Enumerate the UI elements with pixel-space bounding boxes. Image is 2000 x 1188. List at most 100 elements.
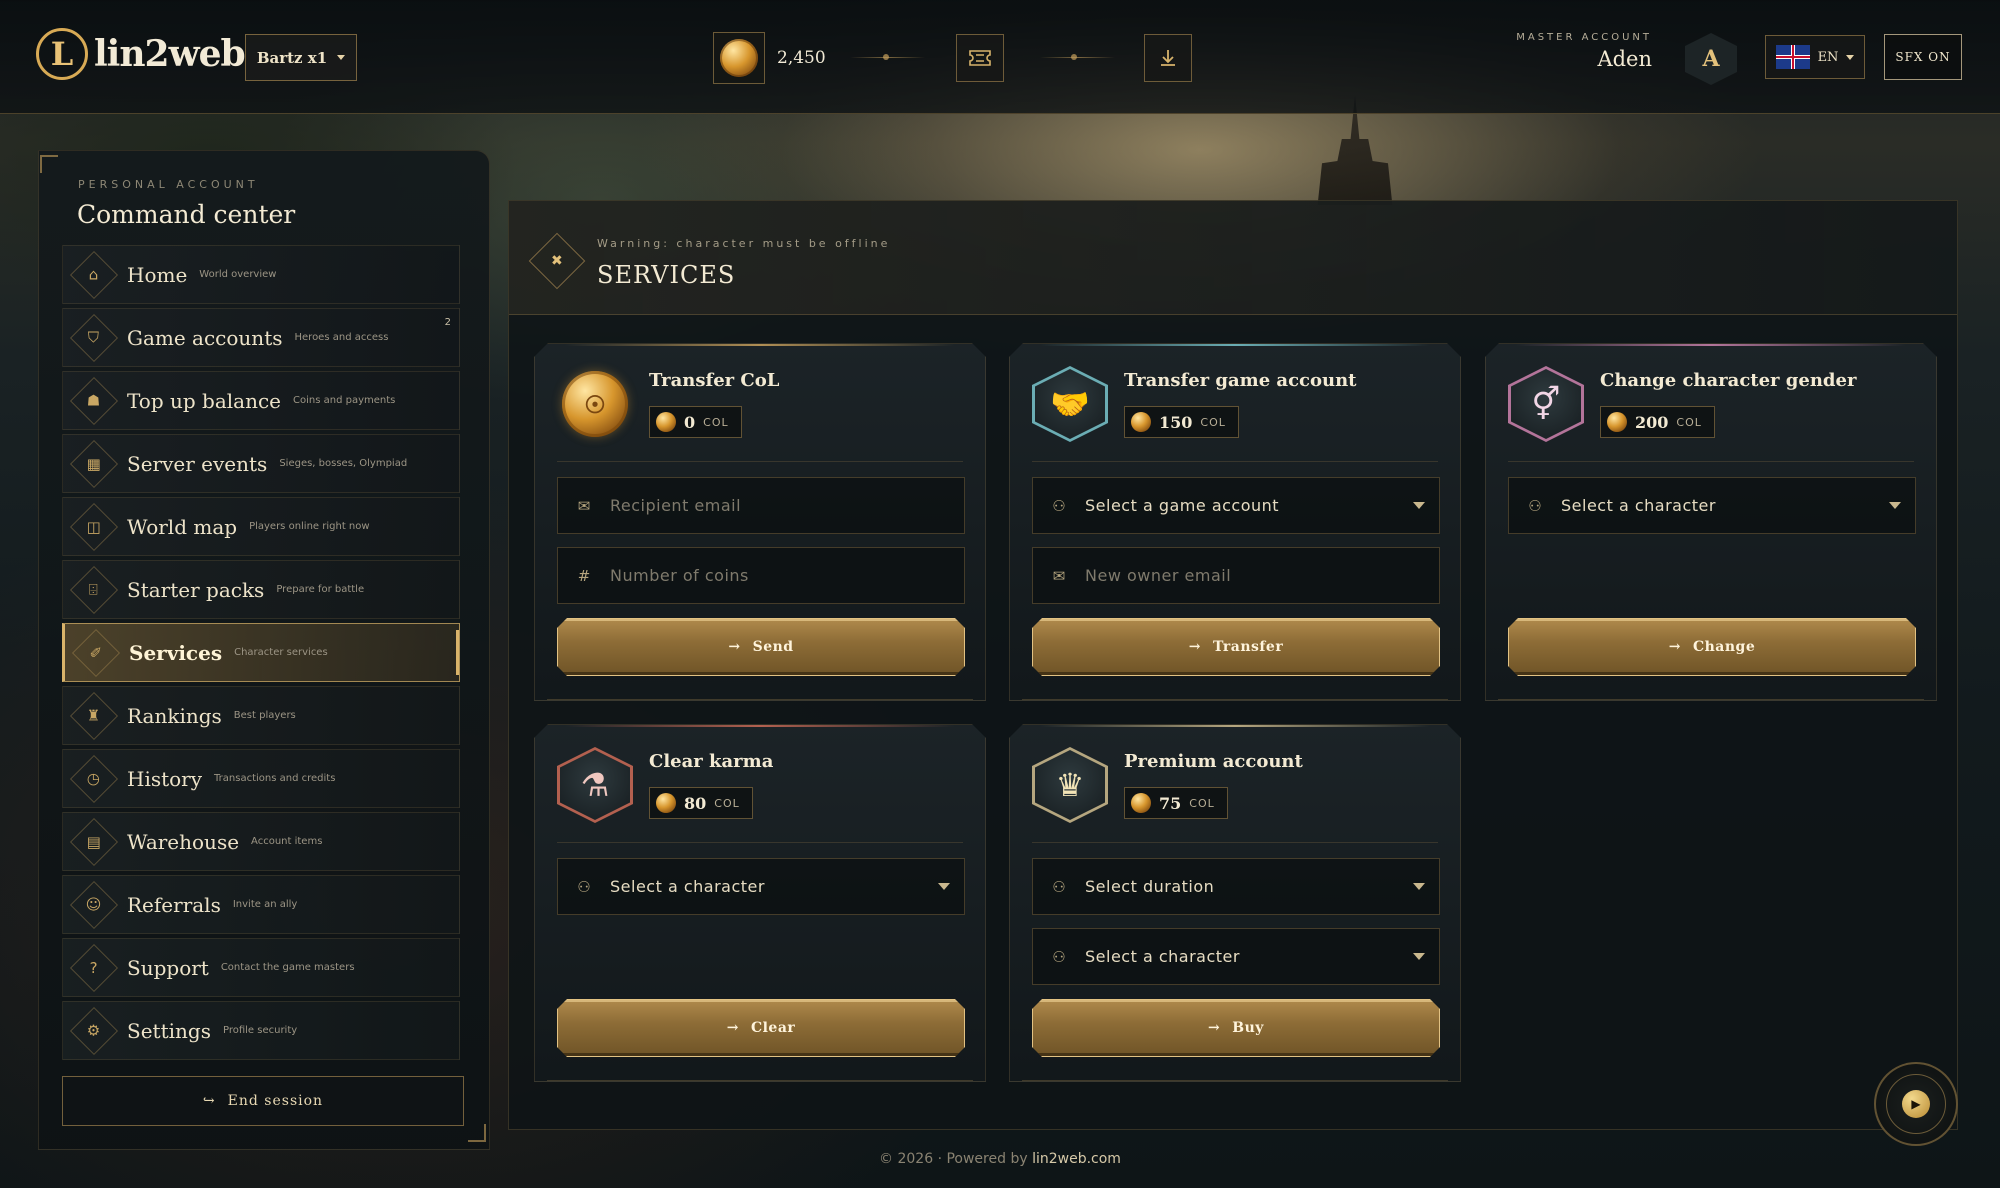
- logo[interactable]: L lin2web: [36, 28, 246, 80]
- home-icon: ⌂: [69, 250, 119, 299]
- coin-icon: [720, 39, 758, 77]
- sidebar-item-warehouse[interactable]: ▤ Warehouse Account items: [62, 812, 460, 871]
- sidebar-item-rankings[interactable]: ♜ Rankings Best players: [62, 686, 460, 745]
- sidebar-item-label: Starter packs: [127, 577, 265, 602]
- chevron-down-icon: [1399, 883, 1439, 890]
- select-value: Select a character: [610, 877, 765, 896]
- price-currency: COL: [714, 796, 740, 810]
- balance-value: 2,450: [777, 48, 826, 68]
- coin-icon: [1131, 412, 1151, 432]
- duration-select[interactable]: ⚇ Select duration: [1032, 858, 1440, 915]
- price-currency: COL: [703, 415, 729, 429]
- divider-dot: [883, 54, 889, 60]
- buy-button[interactable]: → Buy: [1032, 999, 1440, 1057]
- price-amount: 80: [684, 793, 707, 813]
- count-badge: 2: [444, 317, 451, 328]
- price-amount: 0: [684, 412, 696, 432]
- ticket-button[interactable]: [956, 34, 1004, 82]
- sidebar-item-history[interactable]: ◷ History Transactions and credits: [62, 749, 460, 808]
- button-label: Clear: [750, 1020, 796, 1036]
- end-session-button[interactable]: ↪ End session: [62, 1076, 464, 1126]
- service-card-clear-karma: ⚗ Clear karma 80 COL ⚇ Select a characte…: [534, 724, 986, 1082]
- server-name: Bartz x1: [256, 48, 328, 67]
- user-icon: ⚇: [1052, 947, 1066, 966]
- box-icon: ▤: [69, 817, 119, 866]
- coin-icon: [656, 412, 676, 432]
- sidebar-item-label: Settings: [127, 1018, 211, 1043]
- hash-icon: #: [577, 566, 591, 585]
- sidebar-item-game-accounts[interactable]: ⛉ Game accounts Heroes and access 2: [62, 308, 460, 367]
- sidebar-item-support[interactable]: ? Support Contact the game masters: [62, 938, 460, 997]
- service-icon: ☉: [557, 366, 633, 442]
- divider: [557, 461, 963, 462]
- sidebar-item-home[interactable]: ⌂ Home World overview: [62, 245, 460, 304]
- download-button[interactable]: [1144, 34, 1192, 82]
- price-currency: COL: [1189, 796, 1215, 810]
- arrow-right-icon: →: [1208, 1020, 1221, 1036]
- shield-icon: ⛉: [69, 313, 119, 362]
- character-select[interactable]: ⚇ Select a character: [1508, 477, 1916, 534]
- uk-flag-icon: [1775, 45, 1810, 69]
- character-select[interactable]: ⚇ Select a character: [557, 858, 965, 915]
- sidebar-item-sub: Players online right now: [249, 521, 370, 532]
- transfer-button[interactable]: → Transfer: [1032, 618, 1440, 676]
- price-tag: 80 COL: [649, 787, 753, 819]
- master-account-name: Aden: [1597, 47, 1652, 71]
- music-player-button[interactable]: ▶: [1874, 1062, 1958, 1146]
- sidebar-item-label: Server events: [127, 451, 268, 476]
- user-icon: ⚇: [577, 877, 591, 896]
- price-tag: 0 COL: [649, 406, 742, 438]
- sidebar-item-world-map[interactable]: ◫ World map Players online right now: [62, 497, 460, 556]
- corner-ornament: [468, 1124, 486, 1142]
- service-icon: ♛: [1032, 747, 1108, 823]
- sidebar-item-top-up-balance[interactable]: ☗ Top up balance Coins and payments: [62, 371, 460, 430]
- arrow-right-icon: →: [1668, 639, 1681, 655]
- potion-icon: ⚗: [560, 750, 630, 820]
- users-icon: ☺: [69, 880, 119, 929]
- service-card-change-gender: ⚥ Change character gender 200 COL ⚇ Sele…: [1485, 343, 1937, 701]
- sidebar-item-starter-packs[interactable]: ⌹ Starter packs Prepare for battle: [62, 560, 460, 619]
- character-select[interactable]: ⚇ Select a character: [1032, 928, 1440, 985]
- chevron-down-icon: [1399, 953, 1439, 960]
- sidebar-item-label: Rankings: [127, 703, 222, 728]
- sidebar-item-sub: Account items: [251, 836, 323, 847]
- language-select[interactable]: EN: [1765, 35, 1865, 79]
- recipient-email-input[interactable]: ✉ Recipient email: [557, 477, 965, 534]
- sidebar-item-services[interactable]: ✐ Services Character services: [62, 623, 460, 682]
- service-icon: ⚗: [557, 747, 633, 823]
- new-owner-email-input[interactable]: ✉ New owner email: [1032, 547, 1440, 604]
- coin-amount-input[interactable]: # Number of coins: [557, 547, 965, 604]
- footer-link[interactable]: lin2web.com: [1032, 1151, 1121, 1167]
- game-account-select[interactable]: ⚇ Select a game account: [1032, 477, 1440, 534]
- chevron-down-icon: [1875, 502, 1915, 509]
- service-icon: 🤝: [1032, 366, 1108, 442]
- server-select[interactable]: Bartz x1: [245, 34, 357, 81]
- download-icon: [1161, 50, 1175, 66]
- user-icon: ⚇: [1528, 496, 1542, 515]
- music-ring: ▶: [1886, 1074, 1946, 1134]
- mail-icon: ✉: [577, 496, 591, 515]
- master-account: MASTER ACCOUNT Aden: [1516, 32, 1652, 71]
- user-icon: ⚇: [1052, 496, 1066, 515]
- send-button[interactable]: → Send: [557, 618, 965, 676]
- price-tag: 150 COL: [1124, 406, 1239, 438]
- change-button[interactable]: → Change: [1508, 618, 1916, 676]
- avatar-letter: A: [1702, 46, 1720, 72]
- sfx-toggle[interactable]: SFX ON: [1884, 34, 1962, 80]
- service-title: Change character gender: [1600, 370, 1857, 391]
- sidebar-item-label: Top up balance: [127, 388, 281, 413]
- sidebar-item-server-events[interactable]: ▦ Server events Sieges, bosses, Olympiad: [62, 434, 460, 493]
- ticket-icon: [969, 50, 991, 66]
- gender-icon: ⚥: [1511, 369, 1581, 439]
- select-value: Select duration: [1085, 877, 1215, 896]
- sidebar-item-referrals[interactable]: ☺ Referrals Invite an ally: [62, 875, 460, 934]
- clock-icon: ◷: [69, 754, 119, 803]
- corner-ornament: [40, 155, 58, 173]
- sidebar-item-sub: Heroes and access: [294, 332, 389, 343]
- sidebar-item-label: Warehouse: [127, 829, 240, 854]
- coin-icon: [1131, 793, 1151, 813]
- avatar[interactable]: A: [1685, 33, 1737, 85]
- gear-icon: ⚙: [69, 1006, 119, 1055]
- sidebar-item-settings[interactable]: ⚙ Settings Profile security: [62, 1001, 460, 1060]
- clear-button[interactable]: → Clear: [557, 999, 965, 1057]
